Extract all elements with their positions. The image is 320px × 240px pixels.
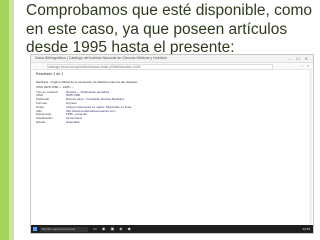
record-row: Estado disponible — [36, 119, 307, 125]
record-fields: Tipo de material Revista — Publicación pe… — [36, 90, 307, 125]
window-title: Datos Bibliográficos | Catálogo del Inst… — [35, 56, 168, 60]
record-heading: Medicina : Organo Oficial de la Asociaci… — [36, 80, 140, 84]
taskbar-clock: 12:45 — [302, 227, 310, 231]
record-subheading: ISSN 0025-7680 — 1995 — — [36, 84, 74, 89]
page-content: Resultado 1 de 1 Medicina : Organo Ofici… — [36, 72, 307, 223]
taskbar: Escribe aquí para buscar ▭ ◉ ▣ ◈ ◆ 12:45 — [31, 225, 313, 233]
taskbar-apps-icon[interactable]: ▭ ◉ ▣ ◈ ◆ — [93, 225, 133, 233]
window-controls[interactable]: – ☐ ✕ — [289, 55, 310, 62]
sidebar-bar-dark — [0, 0, 9, 240]
window-titlebar: Datos Bibliográficos | Catálogo del Inst… — [31, 55, 313, 63]
record-value: disponible — [66, 120, 80, 124]
browser-screenshot: Datos Bibliográficos | Catálogo del Inst… — [30, 54, 314, 234]
taskbar-search[interactable]: Escribe aquí para buscar — [40, 226, 88, 232]
address-bar: ← → catalogo.innsz.mx/cgi-bin/koha/opac-… — [31, 63, 313, 70]
browser-tools-icon[interactable]: ☆ ≡ — [301, 63, 310, 69]
nav-arrows-icon[interactable]: ← → — [34, 63, 45, 69]
sidebar-bar-light — [9, 0, 14, 240]
record-label: Estado — [36, 119, 46, 124]
slide-sidebar — [0, 0, 14, 240]
record-body: Medicina : Organo Oficial de la Asociaci… — [36, 80, 307, 125]
url-field[interactable]: catalogo.innsz.mx/cgi-bin/koha/opac-deta… — [47, 64, 273, 70]
slide-title: Comprobamos que esté disponible, como en… — [26, 2, 313, 57]
page-heading: Resultado 1 de 1 — [36, 72, 64, 76]
start-icon[interactable] — [33, 227, 37, 231]
scrollbar[interactable] — [309, 70, 312, 224]
